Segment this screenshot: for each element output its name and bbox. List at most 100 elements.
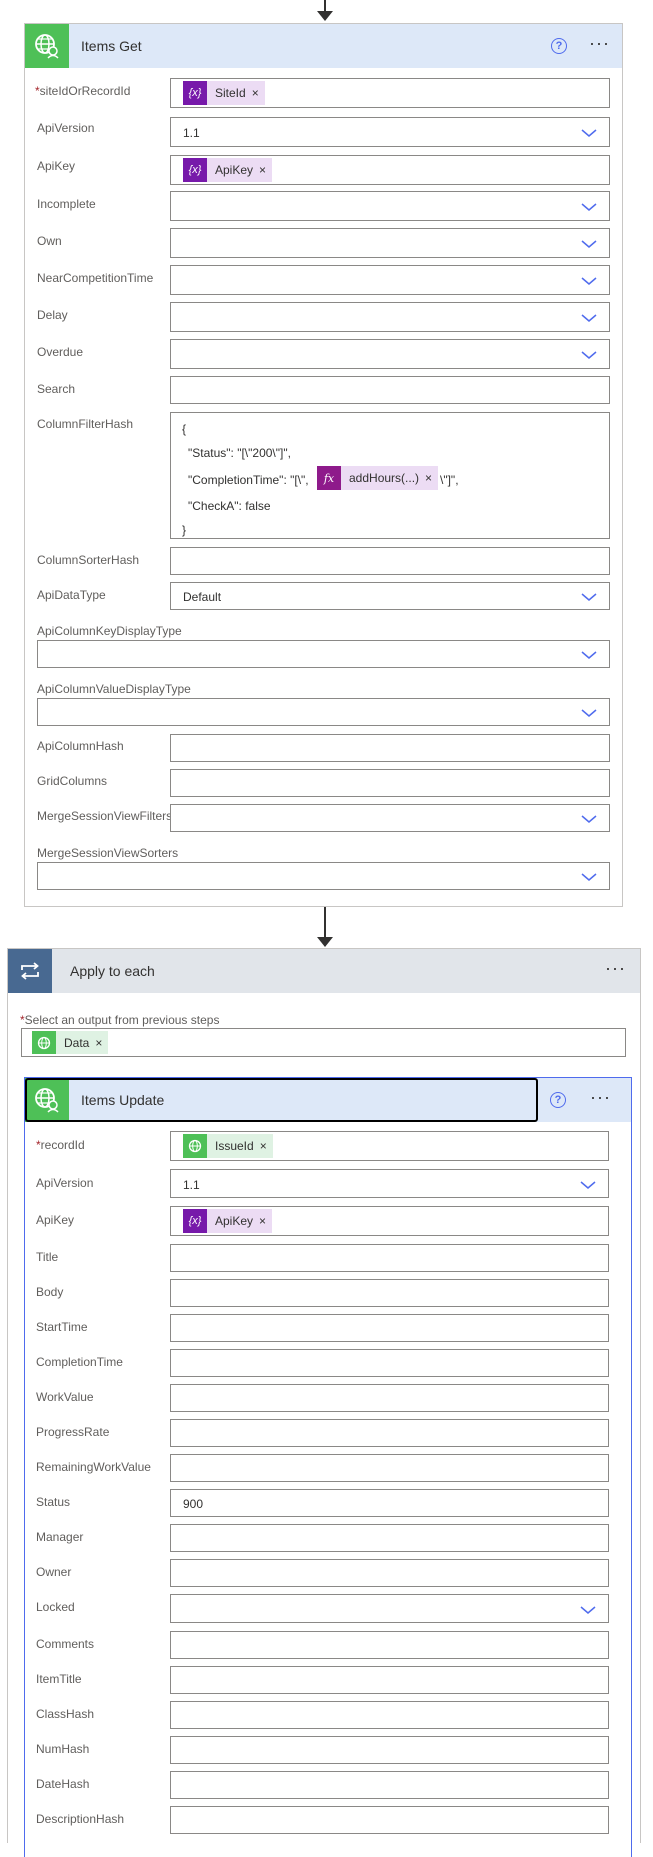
num-hash-field[interactable] xyxy=(170,1736,609,1764)
field-label-StartTime: StartTime xyxy=(36,1320,88,1334)
field-label-Body: Body xyxy=(36,1285,64,1299)
field-label-ClassHash: ClassHash xyxy=(36,1707,95,1721)
date-hash-field[interactable] xyxy=(170,1771,609,1799)
api-key-field[interactable]: {x} ApiKey × xyxy=(170,155,610,185)
chevron-down-icon xyxy=(581,203,597,211)
apply-to-each-card: Apply to each ··· *Select an output from… xyxy=(7,948,641,1857)
search-field[interactable] xyxy=(170,376,610,404)
issueid-token[interactable]: IssueId × xyxy=(183,1134,273,1158)
remove-token-icon[interactable]: × xyxy=(252,86,265,100)
work-value-field[interactable] xyxy=(170,1384,609,1412)
grid-columns-field[interactable] xyxy=(170,769,610,797)
remove-token-icon[interactable]: × xyxy=(259,1214,272,1228)
api-column-hash-field[interactable] xyxy=(170,734,610,762)
focus-outline xyxy=(25,1078,538,1122)
chevron-down-icon xyxy=(581,129,597,137)
field-label-ItemTitle: ItemTitle xyxy=(36,1672,82,1686)
chevron-down-icon xyxy=(581,593,597,601)
items-get-card: Items Get ? ··· *siteIdOrRecordId {x} Si… xyxy=(24,23,623,907)
api-version-dropdown[interactable]: 1.1 xyxy=(170,1169,609,1198)
api-version-dropdown[interactable]: 1.1 xyxy=(170,117,610,147)
field-label-Manager: Manager xyxy=(36,1530,84,1544)
items-update-header[interactable]: Items Update ? ··· xyxy=(25,1078,631,1122)
field-label-GridColumns: GridColumns xyxy=(37,774,108,788)
select-output-field[interactable]: Data × xyxy=(21,1028,626,1057)
field-label-ColumnFilterHash: ColumnFilterHash xyxy=(37,417,134,431)
field-label-Comments: Comments xyxy=(36,1637,95,1651)
more-options-icon[interactable]: ··· xyxy=(589,34,610,52)
connector-arrow-icon xyxy=(317,937,333,947)
near-competition-time-dropdown[interactable] xyxy=(170,265,610,295)
merge-session-view-sorters-dropdown[interactable] xyxy=(37,862,610,890)
manager-field[interactable] xyxy=(170,1524,609,1552)
variable-token[interactable]: {x} SiteId × xyxy=(183,81,265,105)
api-column-value-display-type-dropdown[interactable] xyxy=(37,698,610,726)
title-field[interactable] xyxy=(170,1244,609,1272)
card-title: Apply to each xyxy=(70,963,155,979)
owner-field[interactable] xyxy=(170,1559,609,1587)
column-sorter-hash-field[interactable] xyxy=(170,547,610,575)
field-label-MergeSessionViewFilters: MergeSessionViewFilters xyxy=(37,809,173,823)
completion-time-field[interactable] xyxy=(170,1349,609,1377)
start-time-field[interactable] xyxy=(170,1314,609,1342)
chevron-down-icon xyxy=(581,873,597,881)
status-field[interactable]: 900 xyxy=(170,1489,609,1517)
incomplete-dropdown[interactable] xyxy=(170,191,610,221)
merge-session-view-filters-dropdown[interactable] xyxy=(170,804,610,832)
remove-token-icon[interactable]: × xyxy=(260,1139,273,1153)
field-label-Own: Own xyxy=(37,234,62,248)
field-label-Status: Status xyxy=(36,1495,71,1509)
api-data-type-dropdown[interactable]: Default xyxy=(170,582,610,610)
item-title-field[interactable] xyxy=(170,1666,609,1694)
field-label-WorkValue: WorkValue xyxy=(36,1390,94,1404)
field-label-Locked: Locked xyxy=(36,1600,75,1614)
remove-token-icon[interactable]: × xyxy=(425,471,438,485)
expression-token[interactable]: fx addHours(...) × xyxy=(317,466,439,490)
chevron-down-icon xyxy=(581,314,597,322)
body-field[interactable] xyxy=(170,1279,609,1307)
more-options-icon[interactable]: ··· xyxy=(590,1088,611,1106)
field-label-ApiColumnHash: ApiColumnHash xyxy=(37,739,124,753)
variable-token[interactable]: {x} ApiKey × xyxy=(183,1209,273,1233)
progress-rate-field[interactable] xyxy=(170,1419,609,1447)
field-label-ApiKey: ApiKey xyxy=(36,1213,75,1227)
more-options-icon[interactable]: ··· xyxy=(605,959,626,977)
remove-token-icon[interactable]: × xyxy=(259,163,272,177)
help-icon[interactable]: ? xyxy=(551,38,567,54)
variable-icon: {x} xyxy=(183,158,207,182)
items-get-header[interactable]: Items Get ? ··· xyxy=(25,24,622,68)
field-label-ApiKey: ApiKey xyxy=(37,159,76,173)
field-label-DescriptionHash: DescriptionHash xyxy=(36,1812,125,1826)
remaining-work-value-field[interactable] xyxy=(170,1454,609,1482)
record-id-field[interactable]: IssueId × xyxy=(170,1131,609,1161)
remove-token-icon[interactable]: × xyxy=(95,1036,108,1050)
connector-arrow-icon xyxy=(317,11,333,21)
column-filter-hash-editor[interactable]: { "Status": "[\"200\"]", "CompletionTime… xyxy=(170,412,610,539)
chevron-down-icon xyxy=(581,240,597,248)
field-label-siteIdOrRecordId: *siteIdOrRecordId xyxy=(35,84,131,98)
comments-field[interactable] xyxy=(170,1631,609,1659)
locked-dropdown[interactable] xyxy=(170,1594,609,1623)
items-update-card: Items Update ? ··· *recordId IssueId × A… xyxy=(24,1077,632,1857)
field-label-ApiVersion: ApiVersion xyxy=(37,121,95,135)
globe-connector-icon xyxy=(32,1031,56,1054)
variable-token[interactable]: {x} ApiKey × xyxy=(183,158,273,182)
field-label-Title: Title xyxy=(36,1250,59,1264)
variable-icon: {x} xyxy=(183,81,207,105)
description-hash-field[interactable] xyxy=(170,1806,609,1834)
apply-to-each-header[interactable]: Apply to each ··· xyxy=(8,949,640,993)
select-output-label: *Select an output from previous steps xyxy=(20,1013,220,1027)
chevron-down-icon xyxy=(581,709,597,717)
data-token[interactable]: Data × xyxy=(32,1031,109,1054)
overdue-dropdown[interactable] xyxy=(170,339,610,369)
help-icon[interactable]: ? xyxy=(550,1092,566,1108)
api-key-field[interactable]: {x} ApiKey × xyxy=(170,1206,609,1236)
own-dropdown[interactable] xyxy=(170,228,610,258)
delay-dropdown[interactable] xyxy=(170,302,610,332)
siteIdOrRecordId-field[interactable]: {x} SiteId × xyxy=(170,78,610,108)
field-label-Overdue: Overdue xyxy=(37,345,84,359)
api-column-key-display-type-dropdown[interactable] xyxy=(37,640,610,668)
field-label-Search: Search xyxy=(37,382,76,396)
class-hash-field[interactable] xyxy=(170,1701,609,1729)
loop-icon xyxy=(8,949,52,993)
